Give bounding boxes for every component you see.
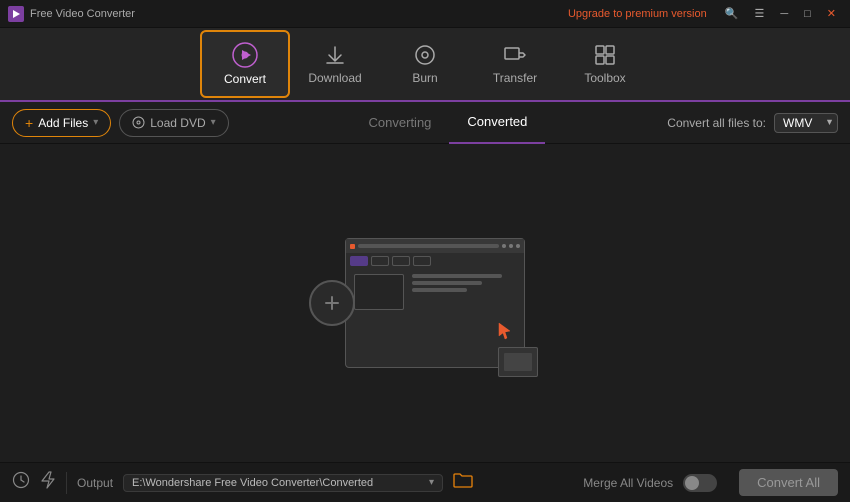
nav-label-burn: Burn <box>412 71 437 85</box>
add-files-chevron-icon: ▾ <box>93 117 98 128</box>
screen-line-2 <box>412 281 482 285</box>
merge-videos-label: Merge All Videos <box>583 476 673 490</box>
screen-top-dots <box>502 244 520 248</box>
filmstrip-icon <box>498 347 538 377</box>
toolbox-nav-icon <box>593 43 617 67</box>
speed-icon[interactable] <box>40 471 56 494</box>
toolbar: + Add Files ▾ Load DVD ▾ Converting Conv… <box>0 102 850 144</box>
dot1 <box>502 244 506 248</box>
screen-tabbar <box>346 253 524 268</box>
cursor-icon <box>498 322 512 345</box>
tab-converting[interactable]: Converting <box>351 102 450 144</box>
tabs-area: Converting Converted <box>237 102 660 144</box>
screen-line-1 <box>412 274 502 278</box>
transfer-nav-icon <box>503 43 527 67</box>
add-files-label: Add Files <box>38 116 88 130</box>
dot2 <box>509 244 513 248</box>
screen-illustration <box>345 238 525 368</box>
app-title: Free Video Converter <box>30 8 135 20</box>
screen-body <box>346 268 524 316</box>
screen-dot-red <box>350 244 355 249</box>
download-nav-icon <box>323 43 347 67</box>
load-dvd-label: Load DVD <box>150 116 205 130</box>
folder-icon[interactable] <box>453 472 473 493</box>
screen-tab-empty2 <box>392 256 410 266</box>
output-label: Output <box>77 476 113 490</box>
screen-line-3 <box>412 288 467 292</box>
plus-icon: + <box>25 115 33 131</box>
nav-label-convert: Convert <box>224 72 266 86</box>
close-button[interactable]: ✕ <box>821 5 842 22</box>
screen-topbar <box>346 239 524 253</box>
add-files-button[interactable]: + Add Files ▾ <box>12 109 111 137</box>
screen-body-row <box>354 274 516 310</box>
add-files-illustration <box>325 238 525 368</box>
convert-all-files-area: Convert all files to: WMV MP4 AVI MKV MO… <box>667 113 838 133</box>
separator-1 <box>66 472 67 494</box>
tab-converted[interactable]: Converted <box>449 102 545 144</box>
navbar: Convert Download Burn Transfer Toolbox <box>0 28 850 102</box>
screen-text-lines <box>412 274 502 292</box>
convert-all-button[interactable]: Convert All <box>739 469 838 496</box>
nav-label-download: Download <box>308 71 361 85</box>
convert-all-label: Convert all files to: <box>667 116 766 130</box>
merge-toggle[interactable] <box>683 474 717 492</box>
main-content <box>0 144 850 462</box>
screen-tab-empty1 <box>371 256 389 266</box>
menu-icon[interactable]: ☰ <box>748 5 770 22</box>
screen-video-box <box>354 274 404 310</box>
nav-item-burn[interactable]: Burn <box>380 30 470 98</box>
filmstrip-inner <box>504 353 532 371</box>
add-circle-icon <box>309 280 355 326</box>
output-path-text: E:\Wondershare Free Video Converter\Conv… <box>132 477 425 489</box>
screen-tab-empty3 <box>413 256 431 266</box>
history-icon[interactable] <box>12 471 30 494</box>
minimize-button[interactable]: ─ <box>774 6 794 22</box>
load-dvd-chevron-icon: ▾ <box>211 117 216 128</box>
output-path-wrapper[interactable]: E:\Wondershare Free Video Converter\Conv… <box>123 474 443 492</box>
nav-item-download[interactable]: Download <box>290 30 380 98</box>
screen-tab-active <box>350 256 368 266</box>
nav-item-convert[interactable]: Convert <box>200 30 290 98</box>
upgrade-link[interactable]: Upgrade to premium version <box>568 8 707 20</box>
bottombar: Output E:\Wondershare Free Video Convert… <box>0 462 850 502</box>
search-icon[interactable]: 🔍 <box>719 5 745 22</box>
dot3 <box>516 244 520 248</box>
convert-nav-icon <box>232 42 258 68</box>
format-dropdown-wrapper[interactable]: WMV MP4 AVI MKV MOV MP3 ▾ <box>774 113 838 133</box>
toggle-knob <box>685 476 699 490</box>
format-dropdown[interactable]: WMV MP4 AVI MKV MOV MP3 <box>774 113 838 133</box>
maximize-button[interactable]: □ <box>798 6 817 22</box>
titlebar-right: Upgrade to premium version 🔍 ☰ ─ □ ✕ <box>568 5 842 22</box>
nav-label-transfer: Transfer <box>493 71 537 85</box>
dvd-icon <box>132 116 145 129</box>
load-dvd-button[interactable]: Load DVD ▾ <box>119 109 228 137</box>
output-path-chevron-icon: ▾ <box>429 477 434 488</box>
burn-nav-icon <box>413 43 437 67</box>
nav-label-toolbox: Toolbox <box>584 71 625 85</box>
titlebar-left: Free Video Converter <box>8 6 135 22</box>
screen-title-bar <box>358 244 499 248</box>
nav-item-toolbox[interactable]: Toolbox <box>560 30 650 98</box>
titlebar: Free Video Converter Upgrade to premium … <box>0 0 850 28</box>
app-logo-icon <box>8 6 24 22</box>
nav-item-transfer[interactable]: Transfer <box>470 30 560 98</box>
